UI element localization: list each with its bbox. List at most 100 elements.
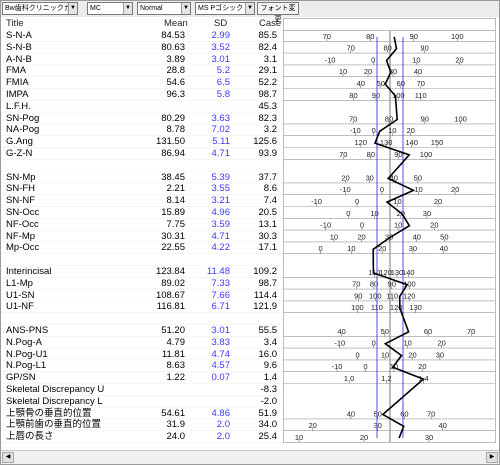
table-row[interactable]: L.F.H. 45.3 (1, 101, 283, 112)
scale-tick-label: 120 (403, 291, 416, 300)
scale-tick-label: 10 (414, 185, 422, 194)
row-label: L1-Mp (6, 277, 33, 289)
table-row[interactable]: NF-Mp 30.31 4.71 30.3 (1, 231, 283, 242)
chevron-down-icon[interactable]: ▼ (123, 3, 132, 14)
chevron-down-icon[interactable]: ▼ (245, 3, 254, 14)
row-case: 82.4 (258, 41, 278, 53)
row-sd: 5.8 (216, 89, 230, 100)
table-row[interactable]: NF-Occ 7.75 3.59 13.1 (1, 219, 283, 230)
scale-tick-label: 30 (365, 173, 373, 182)
row-sd: 2.0 (216, 431, 230, 443)
row-label: U1-SN (6, 289, 35, 301)
table-row[interactable]: G.Ang 131.50 5.11 125.6 (1, 136, 283, 147)
row-mean: 2.21 (166, 183, 186, 195)
scale-tick-label: -10 (320, 221, 331, 230)
scroll-left-icon[interactable]: ◀ (2, 452, 14, 463)
row-case: 1.4 (263, 372, 277, 384)
clinic-select[interactable]: Bw歯科クリニックカス ▼ (2, 2, 78, 15)
table-row[interactable]: N.Pog-L1 8.63 4.57 9.6 (1, 360, 283, 371)
row-sd: 2.99 (211, 30, 231, 41)
row-label: 上顎前歯の垂直的位置 (6, 419, 102, 431)
scale-tick-label: 50 (381, 327, 389, 336)
style-select[interactable]: Normal ▼ (137, 2, 191, 15)
table-row[interactable] (1, 160, 283, 171)
chevron-down-icon[interactable]: ▼ (181, 3, 190, 14)
table-row[interactable]: 上唇の長さ 24.0 2.0 25.4 (1, 431, 283, 442)
scale-tick-label: 20 (407, 126, 415, 135)
item-select[interactable]: MC ▼ (87, 2, 133, 15)
font-change-button[interactable]: フォント変更 (257, 2, 299, 23)
scale-tick-label: 90 (354, 291, 362, 300)
scale-tick-label: 100 (351, 303, 364, 312)
scale-tick-label: -10 (334, 339, 345, 348)
scale-tick-label: 20 (308, 421, 316, 430)
table-row[interactable]: SN-FH 2.21 3.55 8.6 (1, 183, 283, 194)
row-sd: 11.48 (206, 266, 230, 277)
row-mean: 84.53 (161, 30, 185, 41)
table-row[interactable]: 上顎骨の垂直的位置 54.61 4.86 51.9 (1, 408, 283, 419)
row-label: FMA (6, 65, 27, 77)
sd-header: SD (214, 18, 228, 29)
table-row[interactable] (1, 254, 283, 265)
row-case: 3.2 (263, 124, 277, 136)
scale-tick-label: 60 (400, 409, 408, 418)
row-mean: 8.14 (166, 195, 186, 207)
scale-tick-label: -10 (340, 185, 351, 194)
scale-tick-label: 60 (397, 79, 405, 88)
table-row[interactable] (1, 313, 283, 324)
table-row[interactable]: FMA 28.8 5.2 29.1 (1, 65, 283, 76)
table-row[interactable]: GP/SN 1.22 0.07 1.4 (1, 372, 283, 383)
table-row[interactable]: Skeletal Discrepancy L -2.0 (1, 396, 283, 407)
table-row[interactable]: IMPA 96.3 5.8 98.7 (1, 89, 283, 100)
table-row[interactable]: L1-Mp 89.02 7.33 98.7 (1, 278, 283, 289)
table-row[interactable]: Interincisal 123.84 11.48 109.2 (1, 266, 283, 277)
row-mean: 96.3 (166, 89, 186, 100)
table-row[interactable]: ANS-PNS 51.20 3.01 55.5 (1, 325, 283, 336)
font-select[interactable]: MS Pゴシック ▼ (195, 2, 255, 15)
table-row[interactable]: S-N-A 84.53 2.99 85.5 (1, 30, 283, 41)
row-mean: 7.75 (166, 218, 186, 230)
clinic-select-value: Bw歯科クリニックカス (5, 5, 78, 12)
table-row[interactable]: 上顎前歯の垂直的位置 31.9 2.0 34.0 (1, 419, 283, 430)
scale-tick-label: 20 (418, 362, 426, 371)
scale-tick-label: 120 (354, 138, 367, 147)
chevron-down-icon[interactable]: ▼ (68, 3, 77, 14)
table-row[interactable]: NA-Pog 8.78 7.02 3.2 (1, 124, 283, 135)
table-row[interactable]: Mp-Occ 22.55 4.22 17.1 (1, 242, 283, 253)
table-row[interactable]: SN-NF 8.14 3.21 7.4 (1, 195, 283, 206)
table-row[interactable]: FMIA 54.6 6.5 52.2 (1, 77, 283, 88)
table-row[interactable]: N.Pog-U1 11.81 4.74 16.0 (1, 349, 283, 360)
table-row[interactable]: SN-Occ 15.89 4.96 20.5 (1, 207, 283, 218)
scale-tick-label: 10 (370, 209, 378, 218)
row-mean: 116.81 (156, 301, 185, 313)
row-mean: 24.0 (166, 431, 186, 443)
table-row[interactable]: Skeletal Discrepancy U -8.3 (1, 384, 283, 395)
row-case: 121.9 (253, 301, 277, 313)
row-case: 109.2 (253, 266, 277, 277)
table-row[interactable]: N.Pog-A 4.79 3.83 3.4 (1, 337, 283, 348)
scroll-right-icon[interactable]: ▶ (486, 452, 498, 463)
table-row[interactable]: G-Z-N 86.94 4.71 93.9 (1, 148, 283, 159)
scale-tick-label: 70 (339, 150, 347, 159)
scale-tick-label: 10 (295, 433, 303, 442)
scale-tick-label: 70 (347, 44, 355, 53)
table-row[interactable]: U1-NF 116.81 6.71 121.9 (1, 301, 283, 312)
row-case: 125.6 (253, 136, 277, 148)
title-header: Title (6, 18, 24, 29)
table-row[interactable]: A-N-B 3.89 3.01 3.1 (1, 54, 283, 65)
row-label: NF-Occ (6, 218, 39, 230)
row-mean: 123.84 (155, 266, 185, 277)
row-label: G-Z-N (6, 148, 33, 159)
polygon-analysis-window: Bw歯科クリニックカス ▼ MC ▼ Normal ▼ MS Pゴシック ▼ フ… (0, 0, 500, 465)
row-mean: 38.45 (161, 171, 185, 183)
scale-tick-label: 10 (381, 350, 389, 359)
table-row[interactable]: U1-SN 108.67 7.66 114.4 (1, 290, 283, 301)
table-row[interactable]: S-N-B 80.63 3.52 82.4 (1, 42, 283, 53)
scale-tick-label: 100 (451, 32, 464, 41)
scale-tick-label: 10 (347, 244, 355, 253)
scale-tick-label: 30 (409, 244, 417, 253)
table-row[interactable]: SN-Mp 38.45 5.39 37.7 (1, 172, 283, 183)
horizontal-scrollbar[interactable]: ◀ ▶ (1, 450, 499, 464)
table-row[interactable]: SN-Pog 80.29 3.63 82.3 (1, 113, 283, 124)
row-label: G.Ang (6, 136, 33, 148)
